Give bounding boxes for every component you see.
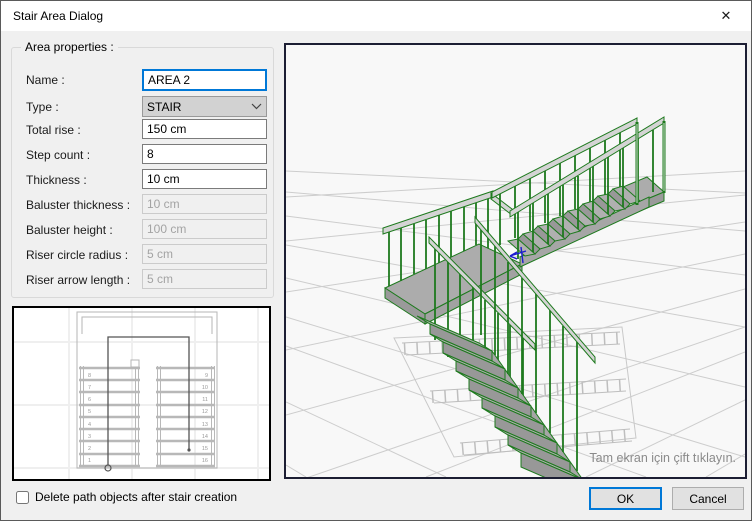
plan-step-number: 3: [88, 434, 91, 440]
field-row-baluster-thickness: Baluster thickness :: [12, 194, 273, 215]
type-label: Type :: [26, 100, 59, 114]
thickness-input[interactable]: [142, 169, 267, 189]
title-bar: Stair Area Dialog ✕: [1, 1, 751, 31]
ok-button[interactable]: OK: [589, 487, 662, 510]
plan-drawing: 8 7 6 5 4 3 2 1 9 10 11 12 13 14 15 16: [14, 308, 269, 479]
upper-flight: [492, 117, 664, 267]
field-row-name: Name :: [12, 69, 273, 90]
step-count-input[interactable]: [142, 144, 267, 164]
plan-step-number: 15: [202, 446, 208, 452]
window-title: Stair Area Dialog: [13, 9, 103, 23]
riser-circle-radius-input: [142, 244, 267, 264]
plan-step-number: 14: [202, 434, 208, 440]
thickness-label: Thickness :: [26, 173, 87, 187]
plan-step-number: 8: [88, 373, 91, 379]
total-rise-label: Total rise :: [26, 123, 81, 137]
area-properties-group: Area properties : Name : Type : STAIR To…: [11, 47, 274, 298]
baluster-thickness-input: [142, 194, 267, 214]
plan-step-number: 2: [88, 446, 91, 452]
plan-step-number: 4: [88, 422, 91, 428]
field-row-riser-circle-radius: Riser circle radius :: [12, 244, 273, 265]
field-row-step-count: Step count :: [12, 144, 273, 165]
viewer-3d[interactable]: Tam ekran için çift tıklayın.: [284, 43, 747, 479]
baluster-height-input: [142, 219, 267, 239]
field-row-baluster-height: Baluster height :: [12, 219, 273, 240]
chevron-down-icon: [251, 103, 262, 110]
stair-area-dialog: Stair Area Dialog ✕ Area properties : Na…: [0, 0, 752, 521]
plan-notch: [131, 360, 139, 367]
baluster-thickness-label: Baluster thickness :: [26, 198, 130, 212]
plan-step-number: 16: [202, 458, 208, 464]
stair-3d-drawing: Tam ekran için çift tıklayın.: [286, 45, 745, 477]
field-row-riser-arrow-length: Riser arrow length :: [12, 269, 273, 290]
group-legend: Area properties :: [21, 40, 118, 54]
type-value: STAIR: [147, 100, 251, 114]
name-label: Name :: [26, 73, 65, 87]
field-row-thickness: Thickness :: [12, 169, 273, 190]
riser-arrow-length-input: [142, 269, 267, 289]
plan-step-number: 5: [88, 409, 91, 415]
fullscreen-hint: Tam ekran için çift tıklayın.: [589, 451, 736, 465]
riser-circle-radius-label: Riser circle radius :: [26, 248, 128, 262]
baluster-height-label: Baluster height :: [26, 223, 113, 237]
plan-step-number: 13: [202, 422, 208, 428]
cancel-button[interactable]: Cancel: [672, 487, 744, 510]
plan-step-number: 6: [88, 397, 91, 403]
plan-step-number: 12: [202, 409, 208, 415]
type-dropdown[interactable]: STAIR: [142, 96, 267, 117]
field-row-total-rise: Total rise :: [12, 119, 273, 140]
delete-path-checkbox-label: Delete path objects after stair creation: [35, 490, 237, 504]
delete-path-checkbox-row: Delete path objects after stair creation: [16, 490, 237, 504]
plan-preview[interactable]: 8 7 6 5 4 3 2 1 9 10 11 12 13 14 15 16: [12, 306, 271, 481]
plan-step-number: 10: [202, 385, 208, 391]
total-rise-input[interactable]: [142, 119, 267, 139]
plan-step-number: 9: [205, 373, 208, 379]
step-count-label: Step count :: [26, 148, 90, 162]
plan-step-number: 7: [88, 385, 91, 391]
riser-arrow-length-label: Riser arrow length :: [26, 273, 130, 287]
plan-step-number: 11: [202, 397, 208, 403]
delete-path-checkbox[interactable]: [16, 491, 29, 504]
name-input[interactable]: [142, 69, 267, 91]
plan-step-number: 1: [88, 458, 91, 464]
field-row-type: Type : STAIR: [12, 96, 273, 117]
close-icon[interactable]: ✕: [711, 5, 741, 27]
